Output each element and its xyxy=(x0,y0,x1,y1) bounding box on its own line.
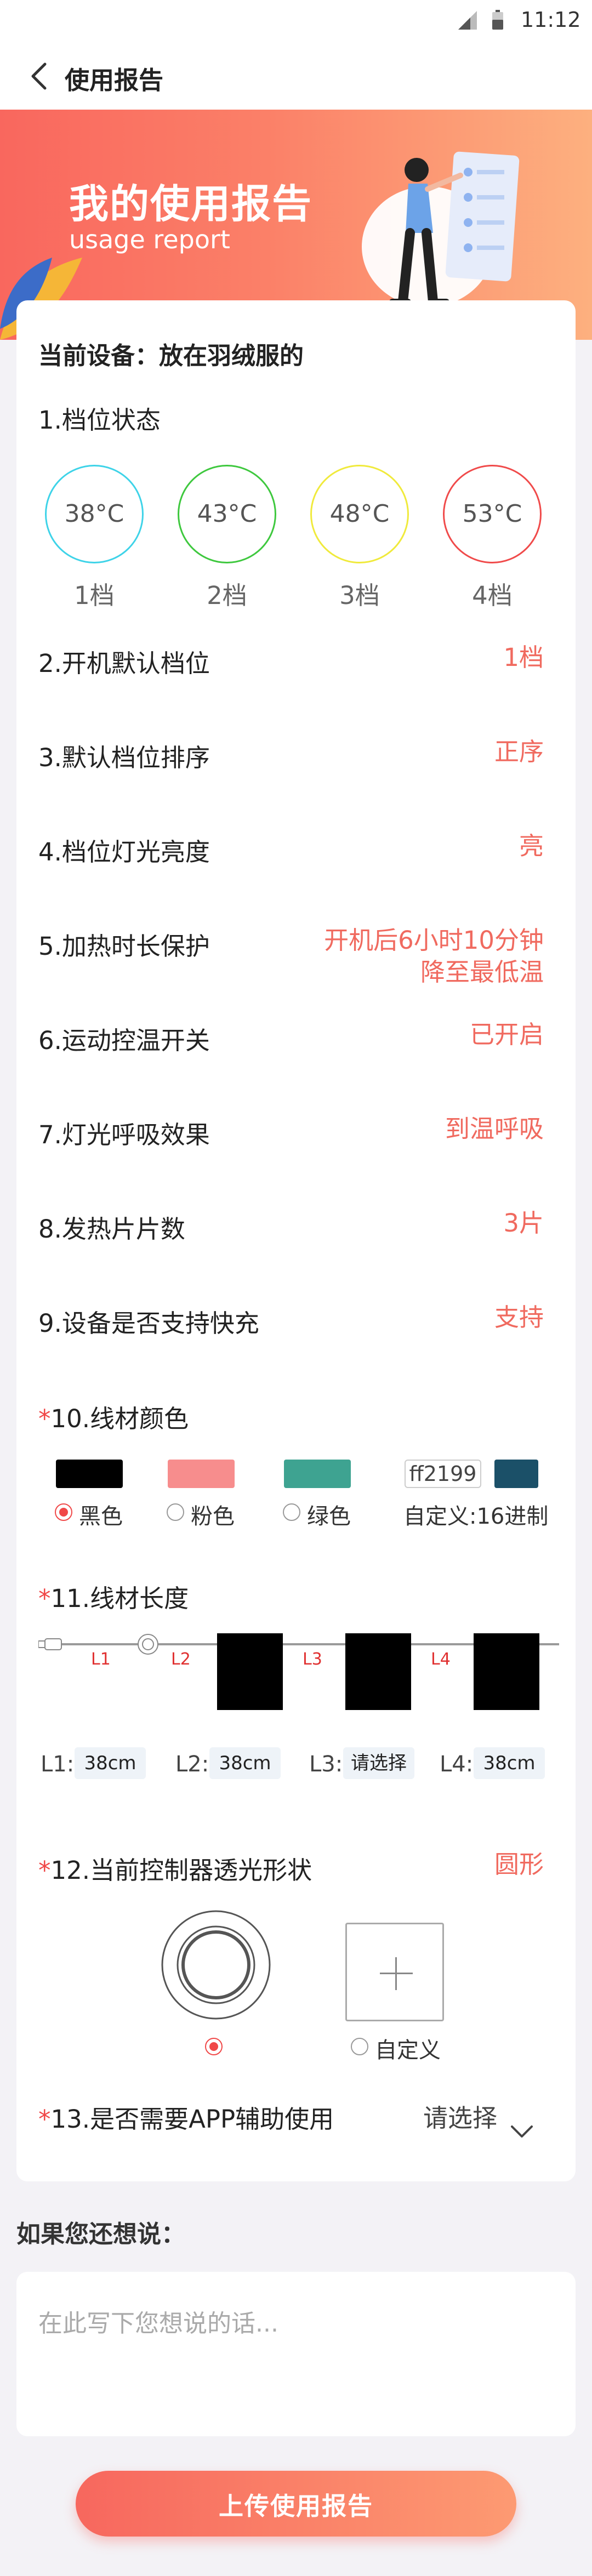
upload-report-button[interactable]: 上传使用报告 xyxy=(76,2471,516,2537)
cable-length-heading: *11.线材长度 xyxy=(38,1578,189,1614)
breathing-effect-label: 7.灯光呼吸效果 xyxy=(38,1120,210,1149)
gear-4-temp: 53°C xyxy=(462,500,522,528)
app-assist-heading: *13.是否需要APP辅助使用 xyxy=(38,2099,334,2135)
shape-value: 圆形 xyxy=(494,1850,544,1879)
cable-length-label: 11.线材长度 xyxy=(50,1584,189,1613)
page-title: 使用报告 xyxy=(65,66,164,95)
l2-field-label: L2: xyxy=(175,1752,209,1777)
nav-bar: 使用报告 xyxy=(0,43,592,110)
required-mark: * xyxy=(38,1584,51,1613)
breathing-effect-value: 到温呼吸 xyxy=(445,1114,544,1143)
l2-length-input[interactable]: 38cm xyxy=(209,1747,281,1779)
l4-field-label: L4: xyxy=(440,1752,474,1777)
l3-field-label: L3: xyxy=(309,1752,343,1777)
signal-icon xyxy=(458,11,477,30)
gear-3-name: 3档 xyxy=(339,581,380,610)
l1-length-input[interactable]: 38cm xyxy=(75,1747,146,1779)
gear-order-label: 3.默认档位排序 xyxy=(38,743,210,772)
gear-1-temp: 38°C xyxy=(64,500,124,528)
gear-3-temp: 48°C xyxy=(329,500,390,528)
fast-charge-label: 9.设备是否支持快充 xyxy=(38,1309,259,1338)
gear-1-circle[interactable]: 38°C xyxy=(45,465,144,563)
custom-shape-label: 自定义 xyxy=(375,2038,441,2063)
banner-subtitle: usage report xyxy=(69,225,230,254)
gear-2-temp: 43°C xyxy=(197,500,257,528)
radio-pink[interactable] xyxy=(167,1503,184,1521)
add-custom-shape-button[interactable] xyxy=(345,1923,444,2021)
custom-hex-input[interactable]: ff2199 xyxy=(405,1460,481,1488)
feedback-textarea[interactable] xyxy=(16,2272,576,2436)
required-mark: * xyxy=(38,1404,51,1433)
gear-order-value: 正序 xyxy=(494,737,544,766)
radio-green-label: 绿色 xyxy=(307,1504,351,1529)
shape-label: 12.当前控制器透光形状 xyxy=(50,1856,312,1885)
custom-color-label: 自定义:16进制 xyxy=(403,1504,549,1529)
gear-1-name: 1档 xyxy=(74,581,115,610)
heat-protection-value-line2: 降至最低温 xyxy=(420,958,544,987)
gear-4-circle[interactable]: 53°C xyxy=(443,465,542,563)
heat-protection-value: 开机后6小时10分钟 xyxy=(324,926,544,955)
required-mark: * xyxy=(38,2105,51,2134)
fast-charge-value: 支持 xyxy=(494,1303,544,1332)
chevron-left-icon[interactable] xyxy=(29,62,50,90)
banner-title: 我的使用报告 xyxy=(69,181,313,227)
heater-count-value: 3片 xyxy=(503,1209,544,1238)
light-brightness-label: 4.档位灯光亮度 xyxy=(38,837,210,867)
gear-status-label: 1.档位状态 xyxy=(38,406,161,435)
circle-shape-icon[interactable] xyxy=(160,1909,272,2021)
gear-3-circle[interactable]: 48°C xyxy=(310,465,409,563)
report-card: 当前设备：放在羽绒服的 1.档位状态 38°C 43°C 48°C 53°C 1… xyxy=(16,300,576,2181)
radio-green[interactable] xyxy=(283,1503,300,1521)
default-gear-label: 2.开机默认档位 xyxy=(38,649,210,678)
radio-pink-label: 粉色 xyxy=(191,1504,235,1529)
swatch-black[interactable] xyxy=(56,1460,123,1488)
feedback-title: 如果您还想说： xyxy=(16,2220,185,2248)
shape-heading: *12.当前控制器透光形状 xyxy=(38,1850,312,1886)
cable-color-label: 10.线材颜色 xyxy=(50,1404,189,1433)
app-assist-label: 13.是否需要APP辅助使用 xyxy=(50,2105,334,2134)
feedback-box xyxy=(16,2272,576,2436)
gear-4-name: 4档 xyxy=(472,581,513,610)
l3-length-select[interactable]: 请选择 xyxy=(343,1747,414,1779)
battery-icon xyxy=(492,10,503,30)
cable-segment-l1: L1 xyxy=(91,1650,111,1669)
swatch-pink[interactable] xyxy=(168,1460,235,1488)
swatch-custom[interactable] xyxy=(494,1460,538,1488)
chevron-down-icon[interactable] xyxy=(510,2123,534,2140)
gear-2-circle[interactable]: 43°C xyxy=(178,465,276,563)
current-device: 当前设备：放在羽绒服的 xyxy=(38,342,304,370)
heater-pad-1 xyxy=(217,1633,283,1710)
radio-circle-shape[interactable] xyxy=(205,2038,223,2055)
radio-black[interactable] xyxy=(55,1503,72,1521)
l1-field-label: L1: xyxy=(41,1752,75,1777)
status-time: 11:12 xyxy=(521,8,581,32)
cable-segment-l4: L4 xyxy=(431,1650,451,1669)
sport-temp-label: 6.运动控温开关 xyxy=(38,1026,210,1055)
light-brightness-value: 亮 xyxy=(519,831,544,860)
required-mark: * xyxy=(38,1856,51,1885)
heat-protection-label: 5.加热时长保护 xyxy=(38,932,210,961)
heater-count-label: 8.发热片片数 xyxy=(38,1215,185,1244)
cable-color-heading: *10.线材颜色 xyxy=(38,1399,189,1434)
heater-pad-2 xyxy=(345,1633,411,1710)
radio-black-label: 黑色 xyxy=(79,1504,123,1529)
gear-2-name: 2档 xyxy=(207,581,247,610)
l4-length-input[interactable]: 38cm xyxy=(474,1747,545,1779)
swatch-green[interactable] xyxy=(284,1460,351,1488)
default-gear-value: 1档 xyxy=(503,643,544,672)
app-assist-select[interactable]: 请选择 xyxy=(423,2098,497,2134)
status-bar: 11:12 xyxy=(0,0,592,43)
cable-segment-l2: L2 xyxy=(171,1650,191,1669)
radio-custom-shape[interactable] xyxy=(351,2038,368,2055)
heater-pad-3 xyxy=(474,1633,539,1710)
cable-segment-l3: L3 xyxy=(303,1650,322,1669)
sport-temp-value: 已开启 xyxy=(469,1020,544,1049)
